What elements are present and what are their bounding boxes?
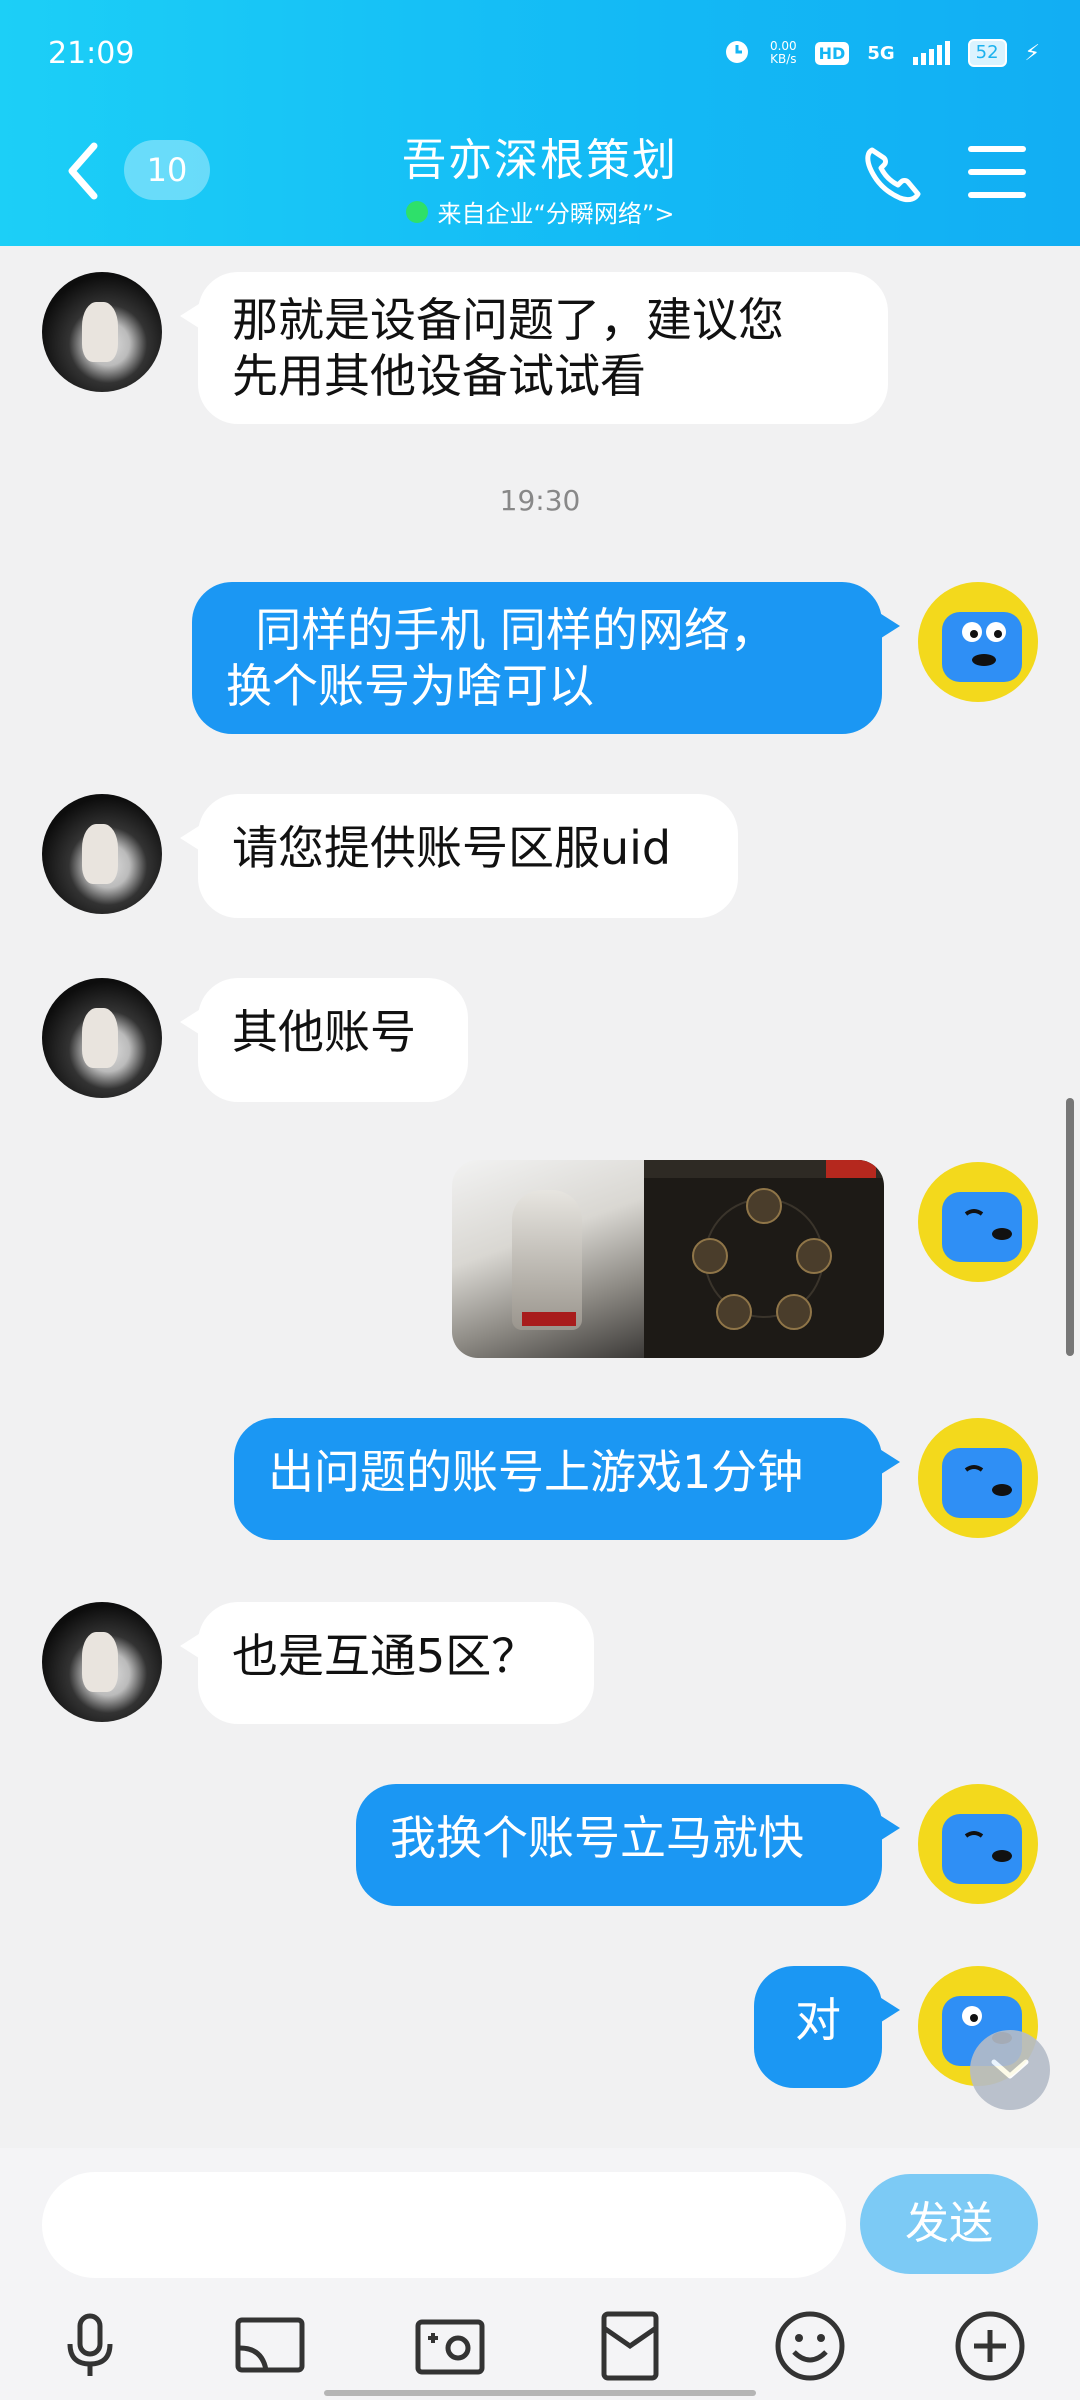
alarm-icon [722,36,752,70]
send-button[interactable]: 发送 [860,2174,1038,2274]
equipment-slot [796,1238,832,1274]
net-speed-value: 0.00 [769,39,797,53]
contact-avatar[interactable] [42,978,162,1098]
pixel-dog-icon [942,612,1022,682]
network-speed: 0.00 KB/s [770,40,797,66]
back-button[interactable] [56,136,116,206]
photo-button[interactable] [412,2308,488,2384]
message-input[interactable] [42,2172,846,2278]
menu-line [968,169,1026,175]
cast-button[interactable] [232,2308,308,2384]
message-bubble-received[interactable]: 也是互通5区？ [180,1602,594,1724]
game-tab-active [826,1160,876,1178]
menu-line [968,146,1026,152]
net-speed-unit: KB/s [770,52,797,66]
game-screenshot-right [644,1160,884,1358]
message-bubble-sent[interactable]: 同样的手机 同样的网络， 换个账号为啥可以 [192,582,900,734]
photo-icon [415,2319,485,2375]
cast-icon [235,2317,305,2373]
status-bar: 21:09 0.00 KB/s HD 5G 52 ⚡ [0,0,1080,110]
home-indicator[interactable] [324,2390,756,2396]
message-bubble-received[interactable]: 请您提供账号区服uid [180,794,738,918]
status-icons: 0.00 KB/s HD 5G 52 ⚡ [722,36,1040,70]
my-avatar[interactable] [918,1418,1038,1538]
game-screenshot-left [452,1160,644,1358]
red-packet-button[interactable] [592,2308,668,2384]
menu-line [968,192,1026,198]
equipment-slot [716,1294,752,1330]
battery-level: 52 [967,39,1007,67]
character-figure [512,1190,582,1330]
image-message[interactable] [452,1160,884,1358]
my-avatar[interactable] [918,1162,1038,1282]
contact-avatar[interactable] [42,272,162,392]
composer: 发送 [0,2148,1080,2400]
signal-icon [912,41,950,65]
game-tabbar [644,1160,884,1178]
pixel-dog-icon [942,1448,1022,1518]
phone-icon [865,147,921,203]
unread-badge[interactable]: 10 [124,140,210,200]
chevron-left-icon [68,142,98,200]
online-status-icon [405,200,428,223]
chat-header: 21:09 0.00 KB/s HD 5G 52 ⚡ 10 吾亦深根策划 来自企业… [0,0,1080,246]
call-button[interactable] [858,138,928,208]
hd-badge: HD [814,41,850,65]
equipment-slot [776,1294,812,1330]
chat-title-block[interactable]: 吾亦深根策划 来自企业“分瞬网络”> [280,124,800,229]
chevron-down-icon [991,2059,1029,2079]
timestamp-divider: 19:30 [499,484,581,517]
voice-button[interactable] [52,2308,128,2384]
scroll-to-bottom-button[interactable] [970,2030,1050,2110]
my-avatar[interactable] [918,1784,1038,1904]
plus-icon [955,2311,1025,2381]
pixel-dog-icon [942,1814,1022,1884]
contact-avatar[interactable] [42,1602,162,1722]
emoji-icon [775,2311,845,2381]
message-bubble-received[interactable]: 那就是设备问题了，建议您 先用其他设备试试看 [180,272,888,424]
scrollbar-thumb[interactable] [1066,1098,1074,1356]
chat-title: 吾亦深根策划 [402,135,678,186]
message-bubble-sent[interactable]: 我换个账号立马就快 [356,1784,900,1906]
network-type: 5G [867,42,895,64]
equipment-slot [746,1188,782,1224]
message-bubble-sent[interactable]: 出问题的账号上游戏1分钟 [234,1418,900,1540]
subtitle-text: 来自企业“分瞬网络”> [437,200,675,228]
pixel-dog-icon [942,1192,1022,1262]
message-bubble-received[interactable]: 其他账号 [180,978,468,1102]
emoji-button[interactable] [772,2308,848,2384]
equipment-slot [692,1238,728,1274]
composer-toolbar [0,2298,1080,2398]
microphone-icon [67,2313,113,2376]
more-button[interactable] [952,2308,1028,2384]
menu-button[interactable] [968,146,1026,198]
character-tag [522,1312,576,1326]
gift-icon [601,2311,659,2381]
my-avatar[interactable] [918,582,1038,702]
charging-icon: ⚡ [1024,40,1040,66]
contact-avatar[interactable] [42,794,162,914]
status-time: 21:09 [48,36,135,71]
message-bubble-sent[interactable]: 对 [754,1966,900,2088]
chat-subtitle[interactable]: 来自企业“分瞬网络”> [280,194,800,229]
